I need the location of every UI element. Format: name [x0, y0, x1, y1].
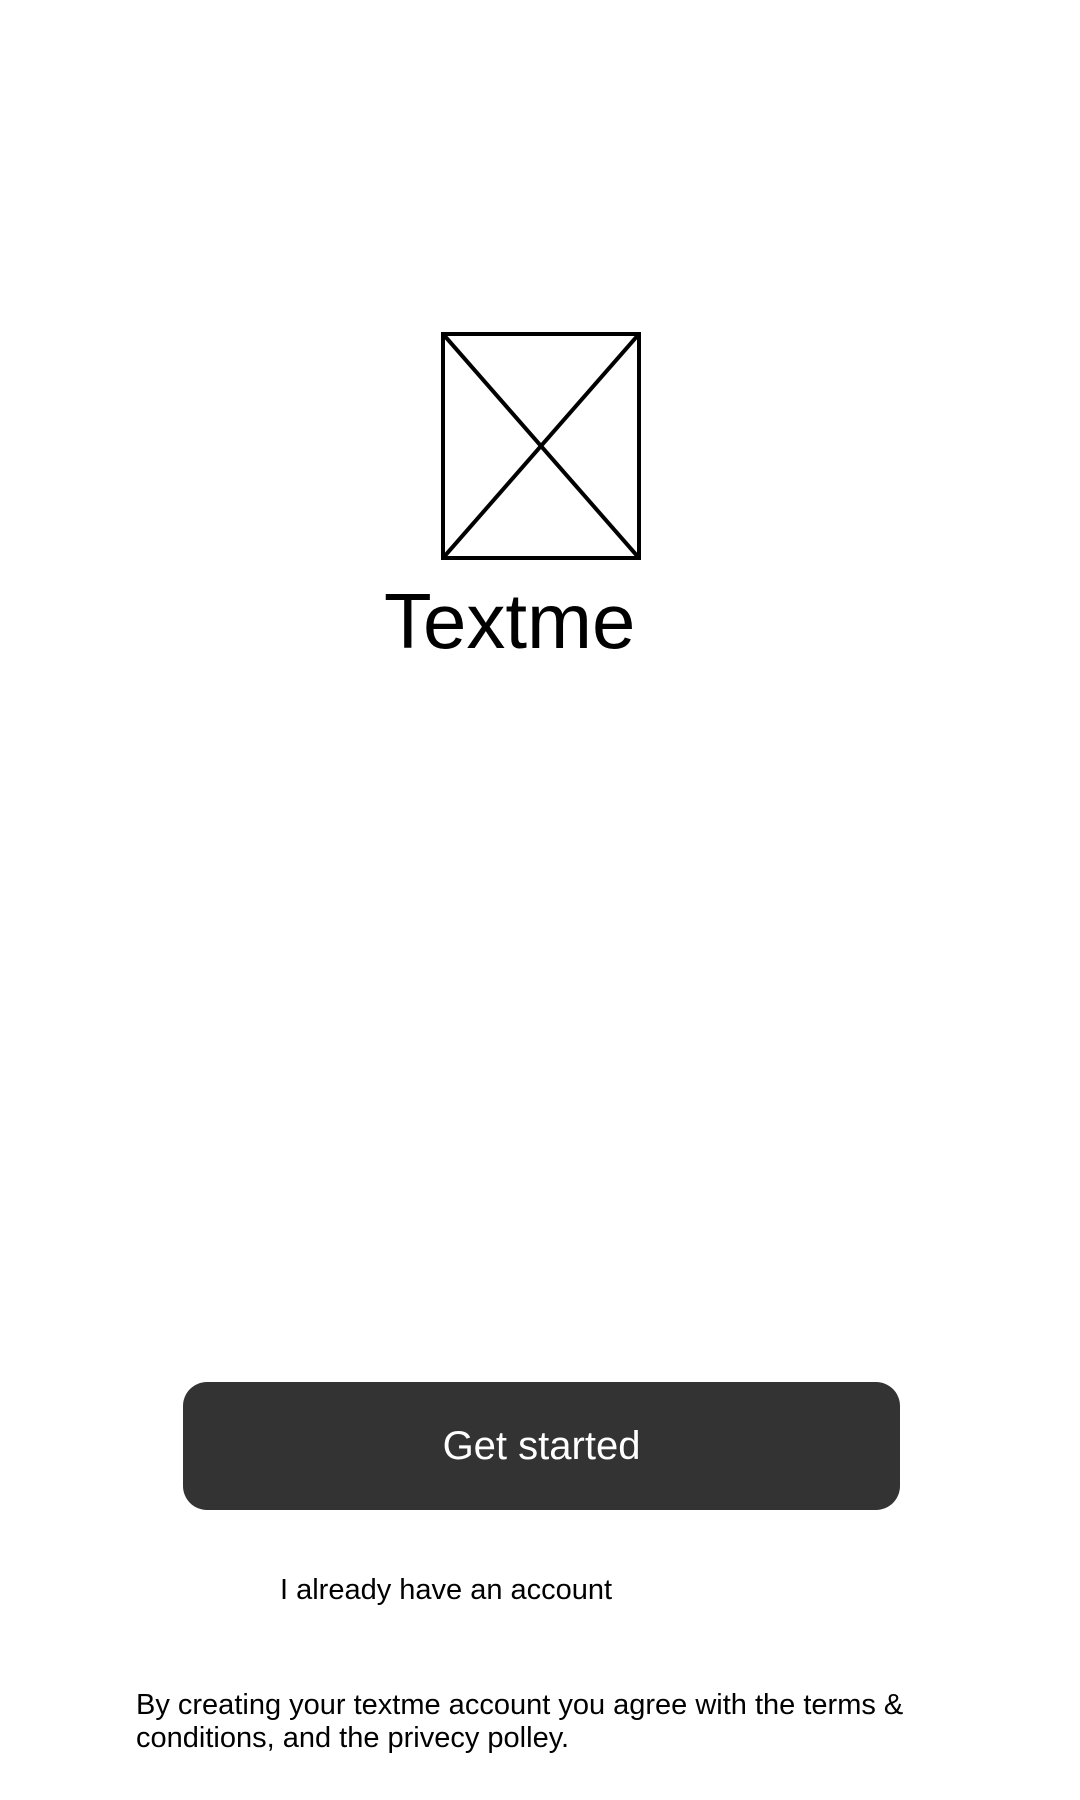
- app-name-title: Textme: [384, 577, 636, 665]
- get-started-button[interactable]: Get started: [183, 1382, 900, 1510]
- terms-privacy-notice: By creating your textme account you agre…: [136, 1689, 904, 1754]
- existing-account-link[interactable]: I already have an account: [280, 1572, 612, 1608]
- logo-placeholder-icon: [441, 332, 641, 560]
- image-placeholder-icon: [441, 332, 641, 560]
